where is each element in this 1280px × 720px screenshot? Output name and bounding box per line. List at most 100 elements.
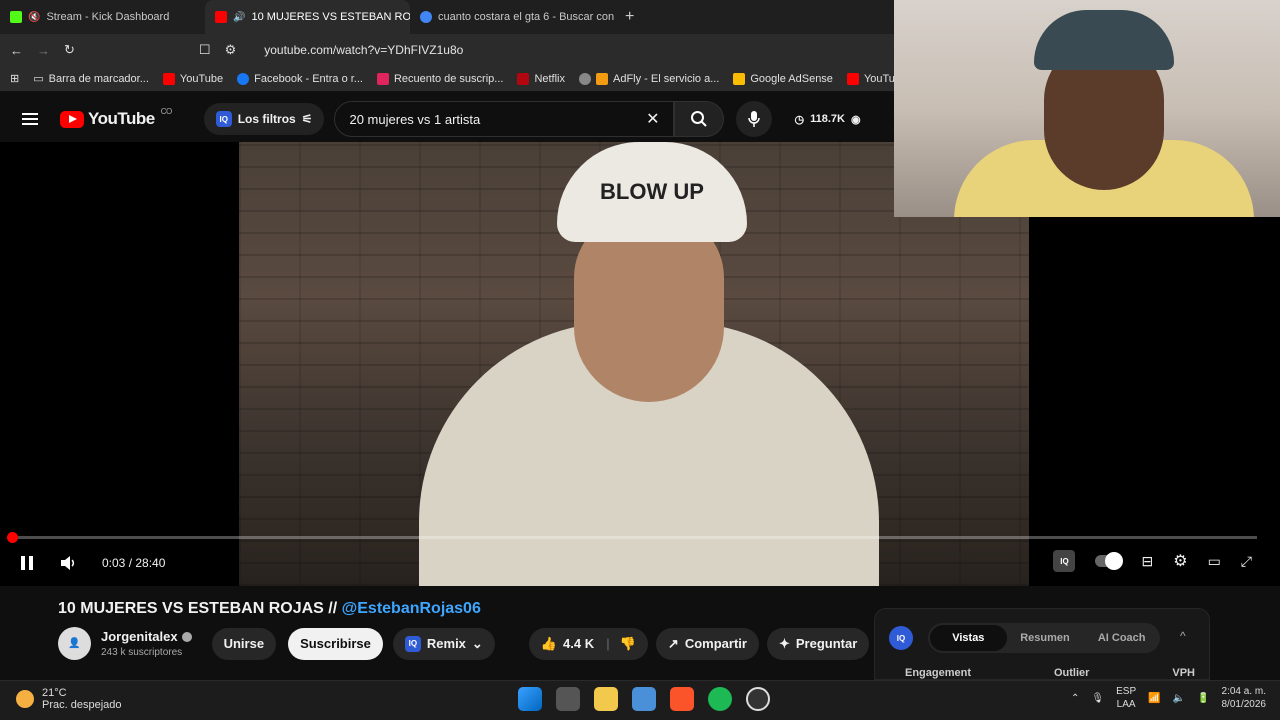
globe-icon xyxy=(579,72,591,85)
language-indicator[interactable]: ESP LAA xyxy=(1116,685,1136,711)
spotify-icon[interactable] xyxy=(708,687,732,711)
views-counter: ◷ 118.7K ◉ xyxy=(794,113,860,126)
progress-scrubber[interactable] xyxy=(7,532,18,543)
adsense-icon xyxy=(733,72,746,85)
tab-resumen[interactable]: Resumen xyxy=(1007,632,1084,644)
autoplay-toggle[interactable] xyxy=(1095,552,1124,570)
bookmark-icon[interactable]: ☐ xyxy=(199,42,211,58)
settings-icon[interactable]: ⚙ xyxy=(1173,551,1187,571)
channel-avatar[interactable]: 👤 xyxy=(58,627,91,660)
microphone-icon[interactable]: 🎙 xyxy=(1091,693,1104,704)
search-icon xyxy=(691,111,708,127)
search-input[interactable]: 20 mujeres vs 1 artista ✕ xyxy=(334,101,675,137)
forward-icon[interactable]: → xyxy=(37,43,50,58)
obs-icon[interactable] xyxy=(746,687,770,711)
subtitles-icon[interactable]: ⊟ xyxy=(1141,553,1153,570)
battery-icon[interactable]: 🔋 xyxy=(1197,693,1209,704)
task-view-icon[interactable] xyxy=(556,687,580,711)
iq-tabs: Vistas Resumen AI Coach xyxy=(928,623,1160,653)
url-field[interactable]: youtube.com/watch?v=YDhFIVZ1u8o xyxy=(264,43,463,57)
voice-search-button[interactable] xyxy=(736,101,773,137)
new-tab-icon[interactable]: + xyxy=(615,8,644,26)
search-button[interactable] xyxy=(674,101,725,137)
weather-widget[interactable]: 21°C Prac. despejado xyxy=(16,687,122,711)
fullscreen-icon[interactable]: ⤢ xyxy=(1241,553,1252,570)
thumbs-down-icon[interactable]: 👎 xyxy=(620,636,636,652)
share-label: Compartir xyxy=(684,636,747,651)
windows-taskbar: 21°C Prac. despejado ⌃ 🎙 ESP LAA 📶 🔈 🔋 2… xyxy=(0,680,1280,720)
sparkle-icon: ✦ xyxy=(778,635,790,651)
youtube-icon xyxy=(376,72,389,85)
tab-google-search[interactable]: cuanto costara el gta 6 - Buscar con G xyxy=(410,0,615,34)
video-title: 10 MUJERES VS ESTEBAN ROJAS // @EstebanR… xyxy=(58,600,481,618)
share-icon: ↗ xyxy=(667,635,679,651)
verified-icon xyxy=(181,631,192,642)
eye-icon: ◉ xyxy=(850,113,861,126)
column-outlier: Outlier xyxy=(1053,667,1090,679)
tab-kick-dashboard[interactable]: 🔇 Stream - Kick Dashboard xyxy=(0,0,205,34)
back-icon[interactable]: ← xyxy=(10,43,23,58)
hamburger-menu-icon[interactable] xyxy=(22,110,38,128)
brave-browser-icon[interactable] xyxy=(670,687,694,711)
pause-icon xyxy=(21,556,33,570)
youtube-play-icon xyxy=(60,110,84,128)
join-button[interactable]: Unirse xyxy=(211,627,277,660)
tab-vistas[interactable]: Vistas xyxy=(930,625,1007,651)
ask-button[interactable]: ✦ Preguntar xyxy=(766,627,870,660)
clear-search-icon[interactable]: ✕ xyxy=(646,109,659,129)
channel-mention-link[interactable]: @EstebanRojas06 xyxy=(342,600,481,617)
weather-text: 21°C Prac. despejado xyxy=(42,687,122,711)
like-button[interactable]: 👍 4.4 K | 👎 xyxy=(528,627,648,660)
theater-mode-icon[interactable]: ▭ xyxy=(1208,553,1221,570)
youtube-favicon-icon xyxy=(215,11,227,23)
subscribe-button[interactable]: Suscribirse xyxy=(288,627,383,660)
apps-grid-icon[interactable]: ⊞ xyxy=(10,72,19,85)
store-icon[interactable] xyxy=(632,687,656,711)
bookmark-adfly[interactable]: AdFly - El servicio a... xyxy=(579,72,719,85)
youtube-logo[interactable]: YouTube CO xyxy=(60,107,172,129)
reload-icon[interactable]: ↻ xyxy=(64,42,75,58)
share-button[interactable]: ↗ Compartir xyxy=(655,627,759,660)
file-explorer-icon[interactable] xyxy=(594,687,618,711)
column-vph: VPH xyxy=(1172,667,1195,679)
audio-icon: 🔊 xyxy=(233,11,246,23)
pause-button[interactable] xyxy=(20,555,34,571)
iq-icon: IQ xyxy=(404,635,421,652)
tab-youtube-video[interactable]: 🔊 10 MUJERES VS ESTEBAN RO ✕ xyxy=(205,0,410,34)
volume-button[interactable] xyxy=(60,555,78,571)
progress-bar[interactable] xyxy=(7,532,1257,543)
site-info-icon[interactable]: ⚙ xyxy=(225,42,237,58)
streamer-cap xyxy=(1034,10,1174,70)
bookmark-label: YouTube xyxy=(179,72,224,85)
remix-button[interactable]: IQ Remix ⌄ xyxy=(392,627,495,660)
bookmark-facebook[interactable]: Facebook - Entra o r... xyxy=(237,72,363,85)
bookmark-youtube[interactable]: YouTube xyxy=(162,72,224,85)
bookmark-recuento[interactable]: Recuento de suscrip... xyxy=(376,72,503,85)
filters-label: Los filtros xyxy=(237,112,296,126)
bookmark-adsense[interactable]: Google AdSense xyxy=(733,72,833,85)
bookmark-netflix[interactable]: Netflix xyxy=(517,72,565,85)
bookmark-label: Facebook - Entra o r... xyxy=(254,72,363,85)
wifi-icon[interactable]: 📶 xyxy=(1148,693,1160,704)
bookmark-folder[interactable]: ▭ Barra de marcador... xyxy=(33,72,149,86)
weather-condition: Prac. despejado xyxy=(42,699,122,711)
taskbar-apps xyxy=(518,687,770,711)
bookmark-label: Google AdSense xyxy=(750,72,833,85)
facebook-icon xyxy=(237,72,250,85)
channel-name[interactable]: Jorgenitalex xyxy=(101,629,192,644)
iq-columns: Engagement Outlier VPH xyxy=(905,667,1195,679)
right-controls: IQ ⊟ ⚙ ▭ ⤢ xyxy=(1053,550,1252,572)
chevron-up-icon[interactable]: ^ xyxy=(1180,629,1186,643)
netflix-icon xyxy=(517,72,530,85)
youtube-icon xyxy=(162,72,175,85)
weather-moon-icon xyxy=(16,690,34,708)
speaker-icon[interactable]: 🔈 xyxy=(1173,693,1185,704)
chevron-up-icon[interactable]: ⌃ xyxy=(1071,693,1079,704)
player-controls: 0:03 / 28:40 IQ ⊟ ⚙ ▭ ⤢ xyxy=(0,550,1280,576)
tab-ai-coach[interactable]: AI Coach xyxy=(1083,632,1160,644)
clock[interactable]: 2:04 a. m. 8/01/2026 xyxy=(1222,685,1267,711)
windows-start-icon[interactable] xyxy=(518,687,542,711)
filters-button[interactable]: IQ Los filtros ⚟ xyxy=(203,103,325,135)
clock-date: 8/01/2026 xyxy=(1221,699,1267,710)
iq-player-icon[interactable]: IQ xyxy=(1053,550,1076,572)
